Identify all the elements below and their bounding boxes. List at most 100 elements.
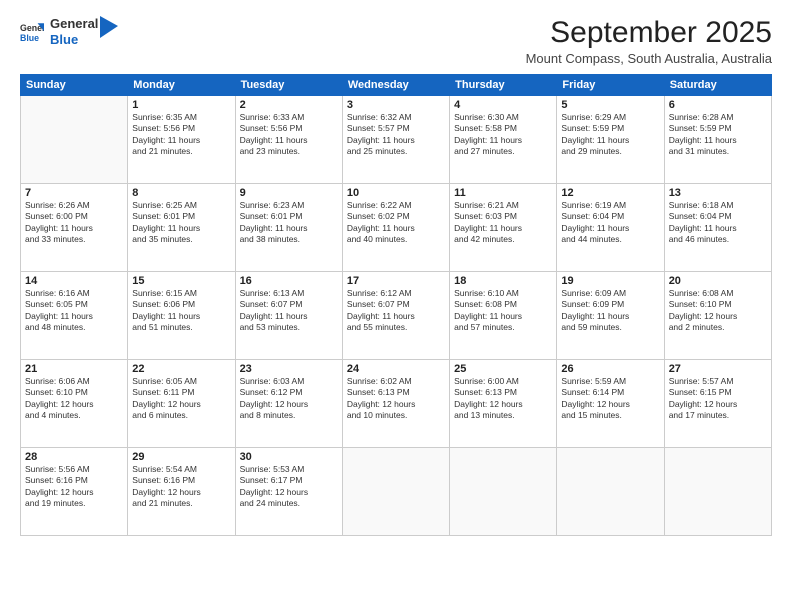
day-number: 23 — [240, 363, 338, 375]
day-number: 15 — [132, 275, 230, 287]
calendar-cell — [557, 448, 664, 536]
calendar-cell: 14Sunrise: 6:16 AMSunset: 6:05 PMDayligh… — [21, 272, 128, 360]
calendar-cell: 21Sunrise: 6:06 AMSunset: 6:10 PMDayligh… — [21, 360, 128, 448]
weekday-header-saturday: Saturday — [664, 75, 771, 96]
calendar-cell: 6Sunrise: 6:28 AMSunset: 5:59 PMDaylight… — [664, 96, 771, 184]
day-info: Sunrise: 6:33 AMSunset: 5:56 PMDaylight:… — [240, 112, 338, 158]
location: Mount Compass, South Australia, Australi… — [526, 51, 772, 66]
day-number: 3 — [347, 99, 445, 111]
logo-general-text: General — [50, 16, 98, 32]
day-info: Sunrise: 5:54 AMSunset: 6:16 PMDaylight:… — [132, 464, 230, 510]
day-info: Sunrise: 5:56 AMSunset: 6:16 PMDaylight:… — [25, 464, 123, 510]
calendar-cell: 27Sunrise: 5:57 AMSunset: 6:15 PMDayligh… — [664, 360, 771, 448]
day-number: 25 — [454, 363, 552, 375]
day-number: 26 — [561, 363, 659, 375]
logo-icon: General Blue — [20, 20, 44, 44]
calendar-cell: 23Sunrise: 6:03 AMSunset: 6:12 PMDayligh… — [235, 360, 342, 448]
day-info: Sunrise: 6:09 AMSunset: 6:09 PMDaylight:… — [561, 288, 659, 334]
day-number: 14 — [25, 275, 123, 287]
calendar-week-1: 1Sunrise: 6:35 AMSunset: 5:56 PMDaylight… — [21, 96, 772, 184]
day-info: Sunrise: 6:18 AMSunset: 6:04 PMDaylight:… — [669, 200, 767, 246]
day-info: Sunrise: 6:16 AMSunset: 6:05 PMDaylight:… — [25, 288, 123, 334]
day-info: Sunrise: 6:30 AMSunset: 5:58 PMDaylight:… — [454, 112, 552, 158]
day-number: 29 — [132, 451, 230, 463]
calendar-cell: 28Sunrise: 5:56 AMSunset: 6:16 PMDayligh… — [21, 448, 128, 536]
calendar-cell — [664, 448, 771, 536]
calendar-cell: 20Sunrise: 6:08 AMSunset: 6:10 PMDayligh… — [664, 272, 771, 360]
day-info: Sunrise: 6:06 AMSunset: 6:10 PMDaylight:… — [25, 376, 123, 422]
day-number: 22 — [132, 363, 230, 375]
day-info: Sunrise: 6:02 AMSunset: 6:13 PMDaylight:… — [347, 376, 445, 422]
day-number: 17 — [347, 275, 445, 287]
day-number: 8 — [132, 187, 230, 199]
day-info: Sunrise: 6:08 AMSunset: 6:10 PMDaylight:… — [669, 288, 767, 334]
day-info: Sunrise: 6:03 AMSunset: 6:12 PMDaylight:… — [240, 376, 338, 422]
calendar-cell — [450, 448, 557, 536]
calendar-week-3: 14Sunrise: 6:16 AMSunset: 6:05 PMDayligh… — [21, 272, 772, 360]
weekday-header-monday: Monday — [128, 75, 235, 96]
day-number: 18 — [454, 275, 552, 287]
day-number: 16 — [240, 275, 338, 287]
weekday-header-friday: Friday — [557, 75, 664, 96]
day-number: 6 — [669, 99, 767, 111]
day-number: 13 — [669, 187, 767, 199]
calendar-cell: 13Sunrise: 6:18 AMSunset: 6:04 PMDayligh… — [664, 184, 771, 272]
day-info: Sunrise: 6:29 AMSunset: 5:59 PMDaylight:… — [561, 112, 659, 158]
day-info: Sunrise: 5:59 AMSunset: 6:14 PMDaylight:… — [561, 376, 659, 422]
day-number: 9 — [240, 187, 338, 199]
day-info: Sunrise: 5:53 AMSunset: 6:17 PMDaylight:… — [240, 464, 338, 510]
calendar-cell: 12Sunrise: 6:19 AMSunset: 6:04 PMDayligh… — [557, 184, 664, 272]
calendar-week-4: 21Sunrise: 6:06 AMSunset: 6:10 PMDayligh… — [21, 360, 772, 448]
calendar-cell — [21, 96, 128, 184]
calendar-cell: 2Sunrise: 6:33 AMSunset: 5:56 PMDaylight… — [235, 96, 342, 184]
day-info: Sunrise: 6:28 AMSunset: 5:59 PMDaylight:… — [669, 112, 767, 158]
calendar-header: SundayMondayTuesdayWednesdayThursdayFrid… — [21, 75, 772, 96]
weekday-header-thursday: Thursday — [450, 75, 557, 96]
day-info: Sunrise: 6:19 AMSunset: 6:04 PMDaylight:… — [561, 200, 659, 246]
weekday-header-sunday: Sunday — [21, 75, 128, 96]
day-info: Sunrise: 6:00 AMSunset: 6:13 PMDaylight:… — [454, 376, 552, 422]
calendar-body: 1Sunrise: 6:35 AMSunset: 5:56 PMDaylight… — [21, 96, 772, 536]
calendar-cell: 4Sunrise: 6:30 AMSunset: 5:58 PMDaylight… — [450, 96, 557, 184]
day-info: Sunrise: 6:13 AMSunset: 6:07 PMDaylight:… — [240, 288, 338, 334]
calendar-page: General Blue General Blue September 2025… — [0, 0, 792, 612]
day-number: 12 — [561, 187, 659, 199]
day-info: Sunrise: 6:22 AMSunset: 6:02 PMDaylight:… — [347, 200, 445, 246]
calendar-cell: 5Sunrise: 6:29 AMSunset: 5:59 PMDaylight… — [557, 96, 664, 184]
day-number: 21 — [25, 363, 123, 375]
calendar-cell: 15Sunrise: 6:15 AMSunset: 6:06 PMDayligh… — [128, 272, 235, 360]
calendar-cell: 16Sunrise: 6:13 AMSunset: 6:07 PMDayligh… — [235, 272, 342, 360]
month-title: September 2025 — [526, 16, 772, 49]
calendar-cell: 1Sunrise: 6:35 AMSunset: 5:56 PMDaylight… — [128, 96, 235, 184]
day-number: 7 — [25, 187, 123, 199]
calendar-cell: 11Sunrise: 6:21 AMSunset: 6:03 PMDayligh… — [450, 184, 557, 272]
day-info: Sunrise: 6:15 AMSunset: 6:06 PMDaylight:… — [132, 288, 230, 334]
calendar-cell: 22Sunrise: 6:05 AMSunset: 6:11 PMDayligh… — [128, 360, 235, 448]
calendar-cell: 3Sunrise: 6:32 AMSunset: 5:57 PMDaylight… — [342, 96, 449, 184]
calendar-cell: 24Sunrise: 6:02 AMSunset: 6:13 PMDayligh… — [342, 360, 449, 448]
day-number: 20 — [669, 275, 767, 287]
day-info: Sunrise: 5:57 AMSunset: 6:15 PMDaylight:… — [669, 376, 767, 422]
day-number: 30 — [240, 451, 338, 463]
day-info: Sunrise: 6:35 AMSunset: 5:56 PMDaylight:… — [132, 112, 230, 158]
calendar-cell: 18Sunrise: 6:10 AMSunset: 6:08 PMDayligh… — [450, 272, 557, 360]
day-info: Sunrise: 6:12 AMSunset: 6:07 PMDaylight:… — [347, 288, 445, 334]
day-number: 19 — [561, 275, 659, 287]
weekday-header-row: SundayMondayTuesdayWednesdayThursdayFrid… — [21, 75, 772, 96]
calendar-week-2: 7Sunrise: 6:26 AMSunset: 6:00 PMDaylight… — [21, 184, 772, 272]
day-number: 27 — [669, 363, 767, 375]
day-number: 4 — [454, 99, 552, 111]
weekday-header-wednesday: Wednesday — [342, 75, 449, 96]
calendar-cell: 9Sunrise: 6:23 AMSunset: 6:01 PMDaylight… — [235, 184, 342, 272]
calendar-table: SundayMondayTuesdayWednesdayThursdayFrid… — [20, 74, 772, 536]
day-info: Sunrise: 6:26 AMSunset: 6:00 PMDaylight:… — [25, 200, 123, 246]
calendar-cell — [342, 448, 449, 536]
calendar-week-5: 28Sunrise: 5:56 AMSunset: 6:16 PMDayligh… — [21, 448, 772, 536]
header: General Blue General Blue September 2025… — [20, 16, 772, 66]
day-number: 10 — [347, 187, 445, 199]
calendar-cell: 25Sunrise: 6:00 AMSunset: 6:13 PMDayligh… — [450, 360, 557, 448]
calendar-cell: 7Sunrise: 6:26 AMSunset: 6:00 PMDaylight… — [21, 184, 128, 272]
day-info: Sunrise: 6:21 AMSunset: 6:03 PMDaylight:… — [454, 200, 552, 246]
calendar-cell: 30Sunrise: 5:53 AMSunset: 6:17 PMDayligh… — [235, 448, 342, 536]
day-number: 5 — [561, 99, 659, 111]
